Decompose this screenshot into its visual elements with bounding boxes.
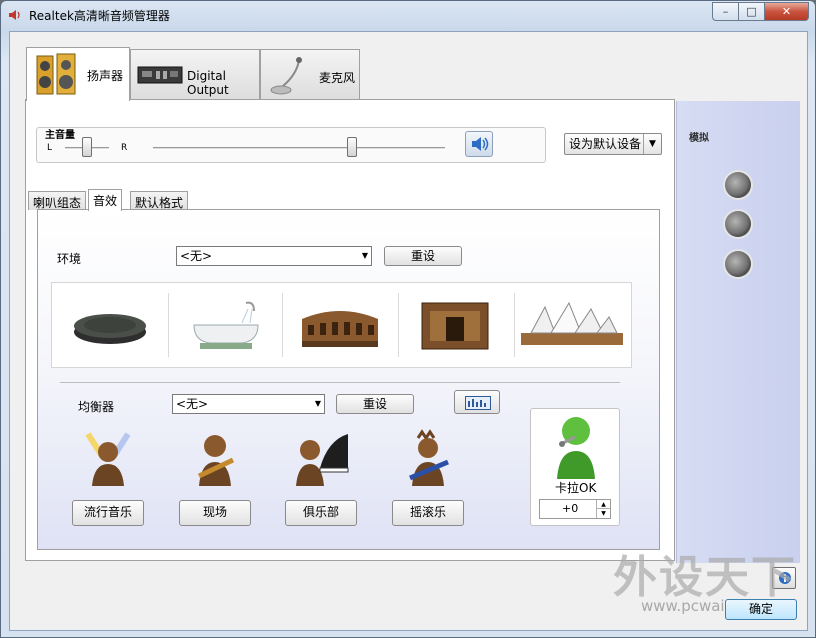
- equalizer-grid-icon: [465, 396, 491, 410]
- close-button[interactable]: ✕: [765, 2, 809, 21]
- balance-right-label: R: [121, 143, 128, 153]
- section-divider: [60, 382, 620, 383]
- environment-label: 环境: [57, 252, 82, 266]
- balance-left-label: L: [47, 143, 53, 153]
- tab-sound-effects[interactable]: 音效: [88, 189, 123, 211]
- eq-preset-live-button[interactable]: 现场: [179, 500, 251, 526]
- equalizer-label: 均衡器: [78, 400, 115, 414]
- karaoke-singer-icon: [557, 417, 595, 479]
- speaker-volume-icon: [472, 137, 489, 151]
- jack-icon[interactable]: [725, 172, 751, 198]
- env-preset-bathtub[interactable]: [170, 289, 282, 361]
- pop-singer-icon[interactable]: [78, 428, 138, 488]
- eq-preset-club-button[interactable]: 俱乐部: [285, 500, 357, 526]
- rock-guitar-icon[interactable]: [398, 428, 458, 488]
- window-title: Realtek高清晰音频管理器: [29, 9, 170, 23]
- chevron-down-icon: ▼: [643, 134, 661, 154]
- live-guitar-icon[interactable]: [185, 428, 245, 488]
- tab-microphone[interactable]: 麦克风: [260, 49, 360, 102]
- set-default-device-button[interactable]: 设为默认设备 ▼: [564, 133, 662, 155]
- graphic-eq-button[interactable]: [454, 390, 500, 414]
- main-volume-label: 主音量: [45, 130, 75, 141]
- set-default-device-label: 设为默认设备: [569, 137, 642, 151]
- speakers-icon: [36, 53, 76, 95]
- jack-icon[interactable]: [725, 211, 751, 237]
- env-preset-stone-disc[interactable]: [54, 289, 166, 361]
- main-volume-group: 主音量 L R: [36, 127, 546, 163]
- environment-reset-button[interactable]: 重设: [384, 246, 462, 266]
- analog-label: 模拟: [689, 133, 709, 144]
- app-window: Realtek高清晰音频管理器 – □ ✕ 扬声器 Digital Output: [0, 0, 816, 638]
- minimize-button[interactable]: –: [712, 2, 739, 21]
- env-divider: [168, 293, 169, 357]
- club-piano-icon[interactable]: [290, 428, 350, 488]
- karaoke-key-value: +0: [562, 502, 579, 515]
- eq-preset-pop-button[interactable]: 流行音乐: [72, 500, 144, 526]
- volume-track: [153, 147, 445, 150]
- chevron-down-icon: ▼: [361, 251, 368, 260]
- environment-select-value: <无>: [180, 249, 213, 263]
- env-preset-cave[interactable]: [400, 289, 512, 361]
- env-preset-colosseum[interactable]: [284, 289, 396, 361]
- tab-digital-output[interactable]: Digital Output: [130, 49, 260, 102]
- equalizer-select-value: <无>: [176, 397, 209, 411]
- env-divider: [514, 293, 515, 357]
- ok-button[interactable]: 确定: [725, 599, 797, 620]
- mute-button[interactable]: [465, 131, 493, 157]
- analog-jacks-panel: 模拟: [676, 101, 800, 563]
- tab-microphone-label: 麦克风: [319, 71, 356, 85]
- microphone-icon: [270, 57, 302, 95]
- environment-presets: [51, 282, 632, 368]
- title-bar: Realtek高清晰音频管理器 – □ ✕: [1, 1, 815, 29]
- bathtub-icon: [193, 301, 259, 349]
- maximize-button[interactable]: □: [739, 2, 765, 21]
- environment-select[interactable]: <无> ▼: [176, 246, 372, 266]
- volume-slider[interactable]: [346, 137, 357, 157]
- stone-disc-icon: [74, 314, 146, 344]
- spinner-up-icon[interactable]: ▲: [596, 500, 610, 509]
- sound-effects-panel: 环境 <无> ▼ 重设 均衡器 <无> ▼ 重设 流行音乐 现场 俱乐部 摇滚乐…: [37, 209, 660, 550]
- colosseum-icon: [302, 311, 378, 347]
- speaker-settings-panel: 主音量 L R 设为默认设备 ▼ 喇叭组态 音效 默认格式 环境 <无> ▼ 重…: [25, 99, 675, 561]
- cave-doorway-icon: [421, 302, 489, 350]
- env-divider: [282, 293, 283, 357]
- env-divider: [398, 293, 399, 357]
- karaoke-box: 卡拉OK +0 ▲ ▼: [530, 408, 620, 526]
- equalizer-select[interactable]: <无> ▼: [172, 394, 325, 414]
- tab-speakers[interactable]: 扬声器: [26, 47, 130, 101]
- jack-icon[interactable]: [725, 251, 751, 277]
- opera-house-icon: [521, 301, 623, 345]
- caption-buttons: – □ ✕: [712, 2, 809, 21]
- tab-speaker-config[interactable]: 喇叭组态: [28, 191, 87, 210]
- karaoke-label: 卡拉OK: [555, 481, 597, 495]
- speaker-app-icon: [9, 10, 20, 20]
- karaoke-key-spinner[interactable]: +0 ▲ ▼: [539, 499, 611, 519]
- eq-preset-rock-button[interactable]: 摇滚乐: [392, 500, 464, 526]
- spinner-down-icon[interactable]: ▼: [596, 509, 610, 518]
- tab-speakers-label: 扬声器: [87, 69, 124, 83]
- digital-output-icon: [137, 66, 183, 84]
- env-preset-opera-house[interactable]: [516, 289, 628, 361]
- chevron-down-icon: ▼: [314, 399, 321, 408]
- tab-default-format[interactable]: 默认格式: [130, 191, 189, 210]
- tab-digital-output-label: Digital Output: [187, 69, 229, 97]
- balance-slider[interactable]: [82, 137, 92, 157]
- watermark-logo: 外设天下: [613, 552, 797, 603]
- equalizer-reset-button[interactable]: 重设: [336, 394, 414, 414]
